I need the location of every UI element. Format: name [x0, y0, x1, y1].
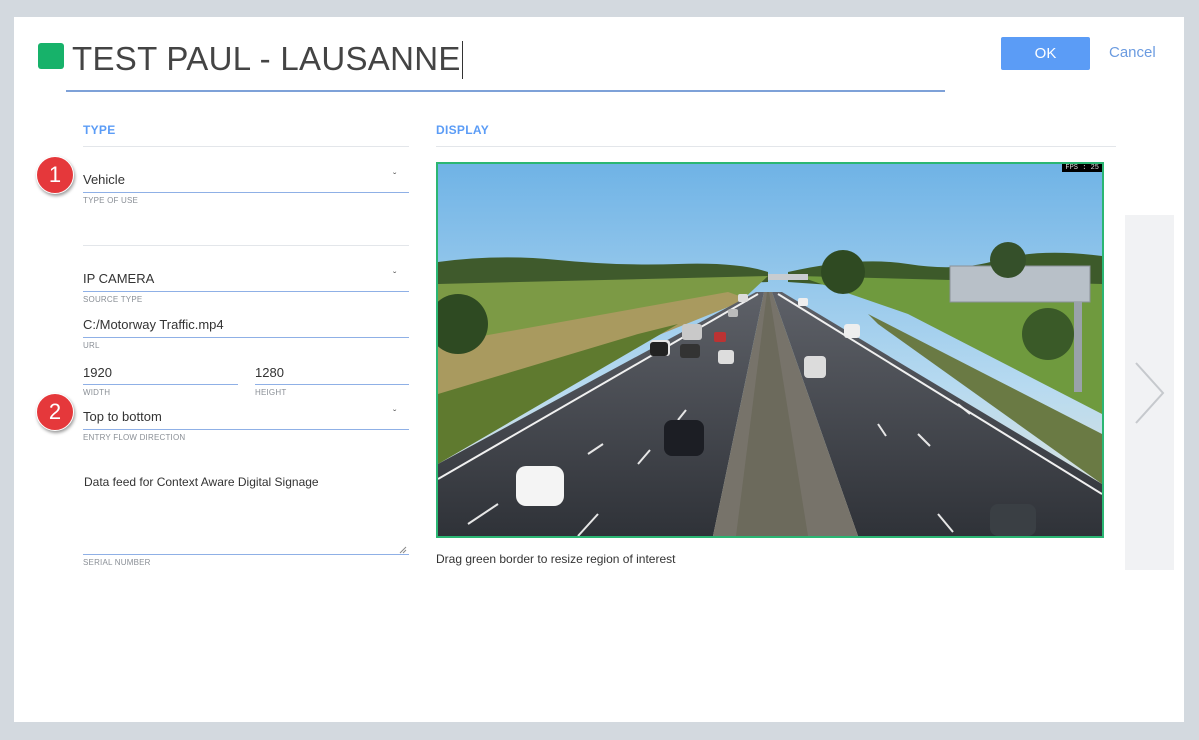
chevron-down-icon: ˇ: [393, 409, 397, 420]
ok-button[interactable]: OK: [1001, 37, 1090, 70]
annotation-badge-1: 1: [36, 156, 74, 194]
next-panel-button[interactable]: [1125, 215, 1174, 570]
display-section-heading: DISPLAY: [436, 123, 490, 137]
serial-number-textarea[interactable]: Data feed for Context Aware Digital Sign…: [83, 475, 409, 569]
field-underline: [255, 384, 409, 385]
chevron-down-icon: ˇ: [393, 172, 397, 183]
field-underline: [83, 554, 409, 555]
field-underline: [83, 291, 409, 292]
width-value: 1920: [83, 365, 112, 380]
video-preview-roi[interactable]: FPS : 25: [436, 162, 1104, 538]
title-underline: [66, 90, 945, 92]
cancel-button[interactable]: Cancel: [1109, 44, 1156, 61]
field-underline: [83, 337, 409, 338]
url-field[interactable]: C:/Motorway Traffic.mp4 URL: [83, 317, 409, 353]
type-of-use-caption: TYPE OF USE: [83, 196, 139, 205]
url-value: C:/Motorway Traffic.mp4: [83, 317, 224, 332]
chevron-down-icon: ˇ: [393, 271, 397, 282]
dialog: TEST PAUL - LAUSANNE OK Cancel TYPE Vehi…: [14, 17, 1184, 722]
height-value: 1280: [255, 365, 284, 380]
width-caption: WIDTH: [83, 388, 111, 397]
title-input[interactable]: TEST PAUL - LAUSANNE: [72, 39, 872, 79]
type-of-use-select[interactable]: Vehicle ˇ TYPE OF USE: [83, 172, 409, 208]
fps-readout: FPS : 25: [1062, 164, 1102, 172]
type-divider: [83, 146, 409, 147]
type-of-use-value: Vehicle: [83, 172, 125, 187]
color-swatch[interactable]: [38, 43, 64, 69]
entry-flow-value: Top to bottom: [83, 409, 162, 424]
motorway-video-frame: [438, 164, 1102, 536]
roi-hint-text: Drag green border to resize region of in…: [436, 552, 676, 566]
resize-grip-icon[interactable]: [399, 546, 407, 554]
serial-number-value: Data feed for Context Aware Digital Sign…: [84, 475, 319, 489]
field-underline: [83, 384, 238, 385]
title-text[interactable]: TEST PAUL - LAUSANNE: [72, 40, 461, 77]
entry-flow-select[interactable]: Top to bottom ˇ ENTRY FLOW DIRECTION: [83, 409, 409, 445]
type-section-heading: TYPE: [83, 123, 116, 137]
height-caption: HEIGHT: [255, 388, 287, 397]
display-divider: [436, 146, 1116, 147]
source-type-value: IP CAMERA: [83, 271, 155, 286]
source-type-caption: SOURCE TYPE: [83, 295, 143, 304]
width-field[interactable]: 1920 WIDTH: [83, 365, 238, 401]
height-field[interactable]: 1280 HEIGHT: [255, 365, 409, 401]
field-underline: [83, 192, 409, 193]
entry-flow-caption: ENTRY FLOW DIRECTION: [83, 433, 186, 442]
chevron-right-icon: [1135, 362, 1165, 424]
serial-number-caption: SERIAL NUMBER: [83, 558, 151, 567]
text-caret: [461, 41, 463, 79]
annotation-badge-2: 2: [36, 393, 74, 431]
source-type-select[interactable]: IP CAMERA ˇ SOURCE TYPE: [83, 271, 409, 307]
field-underline: [83, 429, 409, 430]
type-divider-2: [83, 245, 409, 246]
url-caption: URL: [83, 341, 100, 350]
